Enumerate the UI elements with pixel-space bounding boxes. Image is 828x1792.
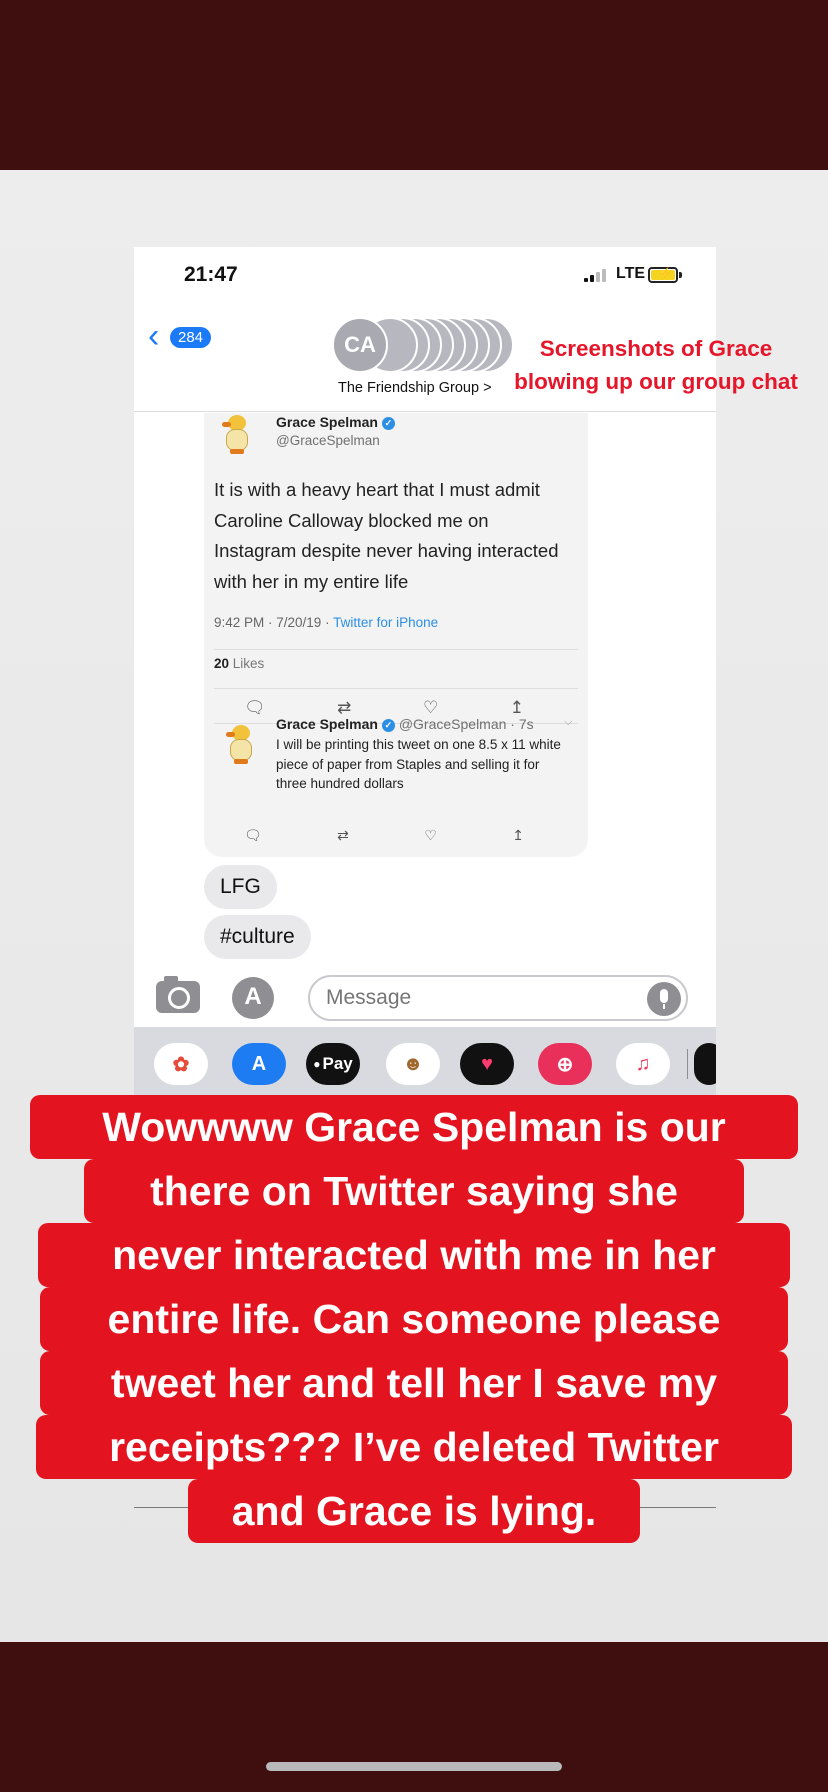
app-store-icon[interactable]: A <box>232 977 274 1019</box>
network-label: LTE <box>616 265 646 282</box>
group-name[interactable]: The Friendship Group > <box>338 380 492 396</box>
story-caption: Wowwww Grace Spelman is our there on Twi… <box>30 1095 798 1545</box>
retweet-icon: ⇄ <box>337 827 349 843</box>
annotation-text: Screenshots of Grace blowing up our grou… <box>514 336 798 394</box>
heart-icon: ♡ <box>424 827 437 843</box>
share-icon: ↥ <box>509 698 524 717</box>
avatar: CA <box>332 317 388 373</box>
tweet-action-row: 🗨 ⇄ ♡ ↥ <box>244 698 524 718</box>
caption-line: never interacted with me in her <box>38 1223 790 1287</box>
nav-divider <box>134 411 716 412</box>
retweet-icon: ⇄ <box>337 698 352 717</box>
microphone-icon[interactable] <box>647 982 681 1016</box>
animoji-icon[interactable]: ☻ <box>386 1043 440 1085</box>
signal-icon <box>584 268 608 282</box>
caption-line: receipts??? I’ve deleted Twitter <box>36 1415 792 1479</box>
music-icon[interactable]: ♫ <box>616 1043 670 1085</box>
battery-tip <box>679 272 682 278</box>
tweet-likes: 20 Likes <box>214 656 265 671</box>
image-search-icon[interactable]: ⊕ <box>538 1043 592 1085</box>
reply-action-row: 🗨 ⇄ ♡ ↥ <box>244 827 524 844</box>
tweet-timestamp: 9:42 PM · 7/20/19 · Twitter for iPhone <box>214 615 439 630</box>
reply-text: I will be printing this tweet on one 8.5… <box>276 737 561 791</box>
reply-author: Grace Spelman ✓ @GraceSpelman · 7s <box>276 716 534 732</box>
heart-icon: ♡ <box>422 698 439 717</box>
reply-icon: 🗨 <box>244 827 262 843</box>
tweet-source: Twitter for iPhone <box>333 615 439 630</box>
status-time: 21:47 <box>184 263 238 286</box>
unread-count-badge[interactable]: 284 <box>170 327 212 348</box>
drawer-divider <box>687 1049 688 1079</box>
battery-icon <box>648 267 678 283</box>
caption-line: Wowwww Grace Spelman is our <box>30 1095 798 1159</box>
story-canvas: 21:47 LTE ‹ 284 CA The Friendship Group … <box>0 170 828 1642</box>
tweet-image-bubble[interactable]: Grace Spelman ✓ @GraceSpelman It is with … <box>204 413 588 857</box>
caption-line: entire life. Can someone please <box>40 1287 788 1351</box>
duck-avatar-icon <box>226 725 256 765</box>
caption-line: there on Twitter saying she <box>84 1159 744 1223</box>
camera-icon[interactable] <box>156 976 200 1013</box>
app-store-icon[interactable]: A <box>232 1043 286 1085</box>
tweet-divider <box>214 649 578 650</box>
tweet-author-name: Grace Spelman ✓ <box>276 414 395 430</box>
photos-icon[interactable]: ✿ <box>154 1043 208 1085</box>
caption-line: and Grace is lying. <box>188 1479 640 1543</box>
tweet-text: It is with a heavy heart that I must adm… <box>214 479 559 592</box>
share-icon: ↥ <box>512 827 524 843</box>
message-bubble[interactable]: LFG <box>204 865 277 909</box>
message-bubble[interactable]: #culture <box>204 915 311 959</box>
verified-badge-icon: ✓ <box>381 417 395 430</box>
duck-avatar-icon <box>222 415 252 455</box>
message-input[interactable] <box>308 975 688 1021</box>
tweet-divider <box>214 688 578 689</box>
back-chevron-icon[interactable]: ‹ <box>148 319 159 353</box>
digital-touch-icon[interactable]: ♥ <box>460 1043 514 1085</box>
more-apps-icon[interactable] <box>694 1043 716 1085</box>
story-top-band <box>0 0 828 170</box>
apple-pay-icon[interactable]: ● Pay <box>306 1043 360 1085</box>
group-avatar-stack[interactable]: CA <box>332 317 522 373</box>
home-indicator[interactable] <box>266 1762 562 1771</box>
chevron-down-icon: ⌵ <box>564 716 573 728</box>
reply-icon: 🗨 <box>244 698 266 717</box>
composer-bar: A <box>134 963 716 1025</box>
caption-line: tweet her and tell her I save my <box>40 1351 788 1415</box>
tweet-author-handle: @GraceSpelman <box>276 433 380 448</box>
verified-badge-icon: ✓ <box>381 719 395 732</box>
